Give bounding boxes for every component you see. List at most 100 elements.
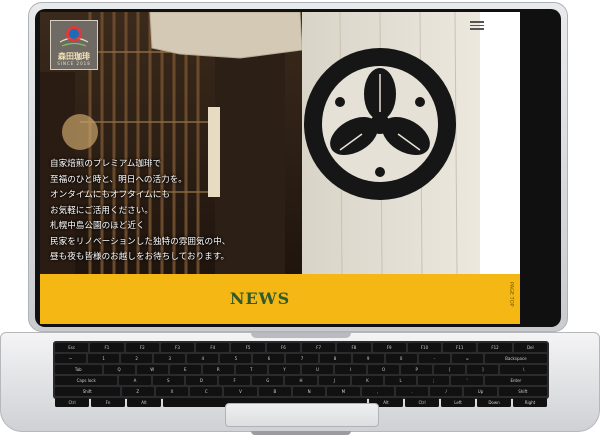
key: Del <box>513 343 547 352</box>
key: F9 <box>372 343 406 352</box>
key: K <box>351 376 384 385</box>
key: M <box>327 387 360 396</box>
key: N <box>292 387 326 396</box>
key: 8 <box>319 354 351 363</box>
key: L <box>385 376 417 385</box>
hamburger-menu-icon[interactable] <box>470 19 484 31</box>
hero-copy-line: 札幌中島公園のほど近く <box>50 221 145 231</box>
key: V <box>224 387 257 396</box>
key: O <box>368 365 400 374</box>
key: Up <box>464 387 497 396</box>
hero-copy-line: 民家をリノベーションした独特の雰囲気の中、 <box>50 236 231 247</box>
hero-image: 森田珈琲 SINCE 2018 自家焙煎のプレミアム珈琲で 至福のひと時と、明日… <box>40 12 520 274</box>
key: , <box>361 387 394 396</box>
key: Fn <box>91 398 125 407</box>
key: F <box>219 376 251 385</box>
key: F12 <box>478 343 512 352</box>
browser-viewport: 森田珈琲 SINCE 2018 自家焙煎のプレミアム珈琲で 至福のひと時と、明日… <box>40 12 520 324</box>
key: F10 <box>407 343 442 352</box>
key: F11 <box>443 343 477 352</box>
key: Esc <box>55 343 89 352</box>
key: E <box>169 365 201 374</box>
key: = <box>451 354 483 363</box>
key: C <box>190 387 223 396</box>
key: F4 <box>196 343 230 352</box>
key: ] <box>467 365 499 374</box>
hero-copy: 自家焙煎のプレミアム珈琲で 至福のひと時と、明日への活力を。 オンタイムにもオフ… <box>50 157 230 266</box>
key: Tab <box>55 365 102 374</box>
key: J <box>318 376 350 385</box>
key: R <box>202 365 234 374</box>
key: B <box>258 387 291 396</box>
key: \ <box>500 365 547 374</box>
key: 7 <box>286 354 318 363</box>
key: ' <box>451 376 483 385</box>
key: H <box>285 376 317 385</box>
key: Y <box>268 365 300 374</box>
coffee-roaster-emblem-icon <box>59 26 89 47</box>
hero-copy-line: オンタイムにもオフタイムにも <box>50 190 170 200</box>
keyboard: Esc F1 F2 F3 F4 F5 F6 F7 F8 F9 F10 F11 F… <box>53 341 549 407</box>
key: U <box>301 365 334 374</box>
key: P <box>401 365 433 374</box>
key: Shift <box>55 387 120 396</box>
hinge <box>251 333 351 338</box>
key: 9 <box>352 354 384 363</box>
key: 5 <box>220 354 252 363</box>
key: 4 <box>187 354 219 363</box>
front-lip <box>251 431 351 435</box>
right-gutter <box>480 12 520 274</box>
laptop-base: Esc F1 F2 F3 F4 F5 F6 F7 F8 F9 F10 F11 F… <box>0 330 600 440</box>
key: Ctrl <box>55 398 89 407</box>
keyboard-deck: Esc F1 F2 F3 F4 F5 F6 F7 F8 F9 F10 F11 F… <box>0 332 600 435</box>
key: F5 <box>231 343 265 352</box>
key: A <box>119 376 151 385</box>
key: F3 <box>160 343 195 352</box>
news-section: NEWS PAGE TOP <box>40 274 520 324</box>
key: Right <box>513 398 547 407</box>
hero-copy-line: お気軽にご活用ください。 <box>50 205 153 216</box>
key: Alt <box>127 398 161 407</box>
key: 2 <box>121 354 153 363</box>
key: 3 <box>154 354 186 363</box>
key: X <box>155 387 189 396</box>
key: F8 <box>337 343 371 352</box>
key: [ <box>434 365 466 374</box>
key: 0 <box>385 354 417 363</box>
hero-copy-line: 昼も夜も皆様のお越しをお待ちしております。 <box>50 252 230 262</box>
key: 1 <box>88 354 120 363</box>
key: W <box>136 365 168 374</box>
trackpad <box>225 403 379 427</box>
key: Ctrl <box>405 398 439 407</box>
key: F6 <box>266 343 300 352</box>
key: ~ <box>55 354 87 363</box>
key: . <box>395 387 429 396</box>
key: Z <box>121 387 154 396</box>
key: F7 <box>301 343 336 352</box>
news-heading: NEWS <box>229 289 291 308</box>
logo-since-text: SINCE 2018 <box>57 61 91 66</box>
key: S <box>152 376 184 385</box>
key: 6 <box>253 354 285 363</box>
hero-copy-line: 自家焙煎のプレミアム珈琲で <box>50 159 162 169</box>
key: - <box>418 354 450 363</box>
family-crest-mark <box>304 48 456 200</box>
key: F2 <box>125 343 159 352</box>
key: Q <box>103 365 135 374</box>
key: G <box>252 376 284 385</box>
key: I <box>335 365 367 374</box>
site-logo[interactable]: 森田珈琲 SINCE 2018 <box>50 20 98 70</box>
key: D <box>185 376 218 385</box>
key: Left <box>441 398 475 407</box>
logo-brand-text: 森田珈琲 <box>58 51 90 61</box>
key: / <box>430 387 463 396</box>
key: Caps lock <box>55 376 118 385</box>
key: Shift <box>498 387 548 396</box>
page-top-tab[interactable]: PAGE TOP <box>506 282 514 318</box>
key: Backspace <box>484 354 547 363</box>
key: T <box>235 365 267 374</box>
key: ; <box>418 376 450 385</box>
key: Enter <box>484 376 548 385</box>
key: F1 <box>90 343 124 352</box>
hero-copy-line: 至福のひと時と、明日への活力を。 <box>50 174 187 185</box>
